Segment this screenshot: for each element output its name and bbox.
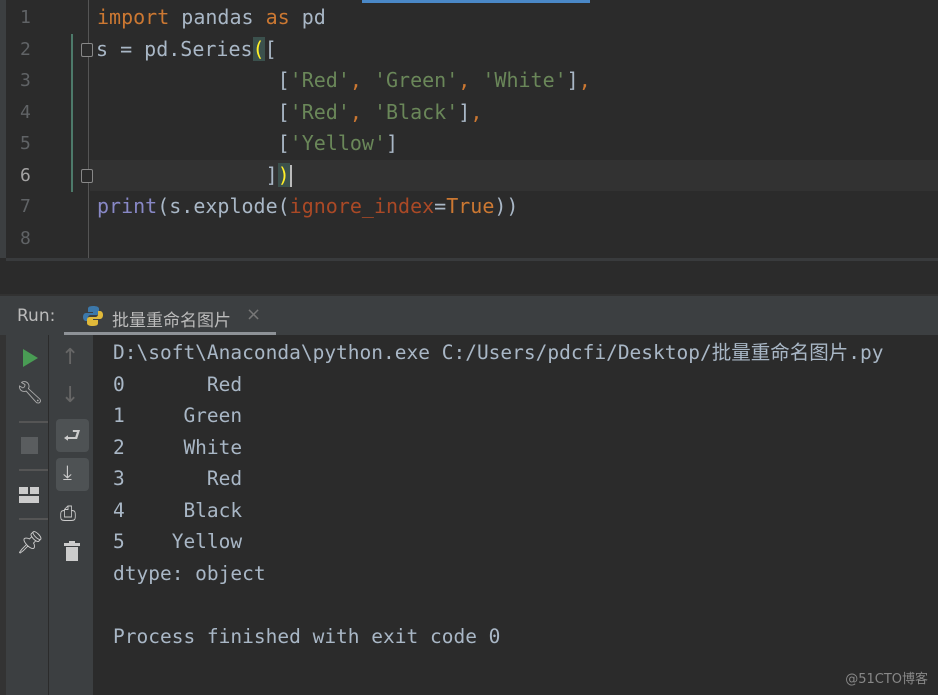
line-number: 1 — [20, 7, 31, 28]
code-line[interactable]: ['Yellow'] — [97, 128, 398, 160]
fold-open-icon[interactable] — [81, 43, 93, 57]
code-token: ] — [458, 99, 471, 124]
run-label: Run: — [17, 306, 56, 326]
editor-bottom — [6, 258, 938, 294]
run-side-toolbar: 🔧︎ 📌︎ — [0, 335, 49, 695]
code-token: = — [434, 194, 447, 218]
code-token: pd — [289, 5, 326, 29]
code-token: , — [578, 68, 591, 92]
code-editor[interactable]: 1 import pandas as pd 2 s = pd.Series([3 ['… — [0, 0, 938, 258]
divider — [19, 421, 49, 423]
fold-close-icon[interactable] — [81, 169, 93, 183]
stop-icon[interactable] — [21, 437, 38, 454]
code-token: 'Green' — [373, 68, 459, 92]
code-token: ( — [252, 36, 265, 61]
arrow-down-icon[interactable]: ↓ — [61, 383, 79, 408]
code-token: 'Red' — [289, 99, 350, 124]
code-token: 'Yellow' — [289, 131, 386, 155]
code-line[interactable]: print(s.explode(ignore_index=True)) — [97, 191, 518, 223]
code-line[interactable]: ['Red', 'Black'], — [97, 97, 483, 129]
console-line: 5 Yellow — [113, 530, 243, 553]
code-token: ] — [566, 68, 579, 92]
line-number: 6 — [20, 164, 31, 186]
code-token: import — [97, 5, 170, 29]
code-token: ) — [277, 162, 290, 187]
divider — [19, 518, 49, 520]
layout-icon[interactable] — [19, 487, 39, 503]
line-number: 2 — [20, 38, 31, 60]
print-icon[interactable]: ⎙ — [60, 501, 76, 525]
code-token: [ — [97, 99, 290, 124]
line-number: 5 — [20, 133, 31, 154]
scroll-marker — [362, 0, 590, 3]
console-line: Process finished with exit code 0 — [113, 624, 501, 648]
code-token: , — [349, 99, 374, 124]
python-icon — [83, 306, 103, 326]
code-token: 'Red' — [289, 68, 350, 92]
fold-indicator — [71, 34, 73, 192]
console-toolbar: ↑ ↓ ⮐ ⤓ ⎙ — [48, 335, 93, 695]
line-number: 7 — [20, 196, 31, 217]
console-line: 3 Red — [113, 467, 243, 490]
code-token: pandas — [169, 5, 266, 29]
pin-icon[interactable]: 📌︎ — [16, 531, 44, 556]
code-token: , — [458, 68, 483, 92]
code-token: ] — [97, 162, 278, 187]
wrench-icon[interactable]: 🔧︎ — [16, 381, 44, 406]
console-line: D:\soft\Anaconda\python.exe C:/Users/pdc… — [113, 341, 884, 364]
line-number: 3 — [20, 70, 31, 91]
code-token: )) — [494, 194, 519, 218]
arrow-up-icon[interactable]: ↑ — [61, 345, 79, 370]
code-token: s = pd.Series — [96, 36, 253, 61]
scroll-to-end-button[interactable]: ⤓ — [56, 458, 89, 491]
code-line[interactable]: ['Red', 'Green', 'White'], — [97, 65, 591, 97]
code-token: , — [349, 68, 374, 92]
run-tab-title: 批量重命名图片 — [112, 311, 231, 331]
close-icon[interactable]: × — [246, 304, 261, 325]
code-line[interactable]: ]) — [97, 160, 292, 192]
code-token: (s.explode( — [157, 194, 290, 218]
console-line: 4 Black — [113, 498, 243, 522]
console-output[interactable]: D:\soft\Anaconda\python.exe C:/Users/pdc… — [93, 335, 938, 695]
wrap-icon: ⮐ — [63, 423, 81, 447]
code-token: [ — [97, 131, 290, 155]
code-token: 'White' — [482, 68, 567, 92]
code-token: ignore_index — [289, 194, 435, 218]
gutter-divider — [88, 0, 89, 258]
run-tab[interactable]: 批量重命名图片 × — [64, 296, 276, 335]
run-toolbar: Run: 批量重命名图片 × — [0, 294, 938, 335]
trash-icon[interactable] — [64, 541, 80, 561]
soft-wrap-button[interactable]: ⮐ — [56, 419, 89, 452]
console-line: 1 Green — [113, 404, 243, 427]
console-line: 0 Red — [113, 372, 243, 396]
console-line: dtype: object — [113, 561, 266, 585]
text-caret — [289, 165, 292, 187]
code-line[interactable]: s = pd.Series([ — [96, 34, 277, 66]
rerun-icon[interactable] — [21, 349, 39, 367]
line-number: 4 — [20, 101, 31, 123]
code-token: True — [446, 194, 495, 218]
code-token: print — [97, 194, 158, 218]
code-token: [ — [97, 68, 290, 92]
code-token: , — [470, 99, 483, 124]
console-line: 2 White — [113, 435, 243, 459]
code-line[interactable]: import pandas as pd — [97, 2, 326, 34]
line-number: 8 — [20, 227, 31, 249]
code-token: ] — [385, 131, 399, 155]
code-token: as — [265, 5, 290, 29]
scroll-end-icon: ⤓ — [63, 460, 72, 484]
code-token: [ — [264, 36, 277, 61]
divider — [19, 469, 49, 471]
code-token: 'Black' — [373, 99, 459, 124]
watermark: @51CTO博客 — [845, 672, 928, 687]
